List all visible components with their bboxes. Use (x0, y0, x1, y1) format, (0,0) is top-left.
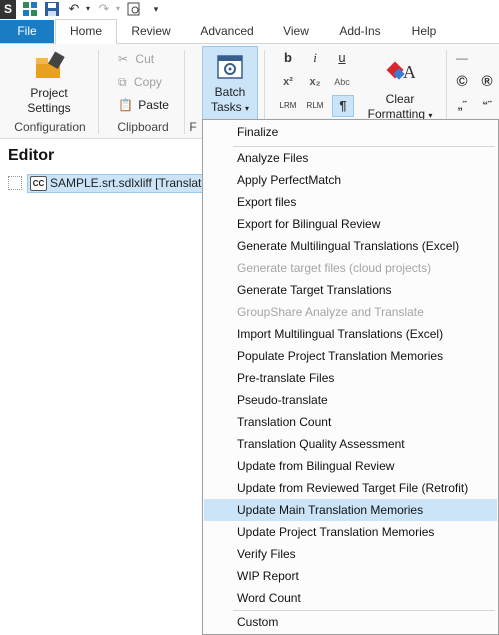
menu-item-export-for-bilingual-review[interactable]: Export for Bilingual Review (204, 213, 497, 235)
copy-button[interactable]: ⧉ Copy (118, 73, 162, 91)
italic-icon[interactable]: i (305, 48, 325, 68)
menu-item-apply-perfectmatch[interactable]: Apply PerfectMatch (204, 169, 497, 191)
redo-dropdown-icon[interactable]: ▾ (110, 1, 126, 17)
scissors-icon: ✂ (118, 52, 129, 66)
underline-icon[interactable]: u (332, 48, 352, 68)
menu-item-generate-target-files-cloud-projects: Generate target files (cloud projects) (237, 261, 432, 275)
group-label-file-actions: F (189, 120, 197, 134)
ribbon-tabs: File Home Review Advanced View Add-Ins H… (0, 19, 499, 45)
bold-icon[interactable]: b (278, 48, 298, 68)
tab-view[interactable]: View (278, 20, 314, 43)
save-icon[interactable] (44, 1, 60, 17)
group-separator (184, 50, 185, 134)
copy-icon: ⧉ (118, 75, 127, 89)
quote-low-icon[interactable]: „˝ (452, 96, 472, 116)
cut-label: Cut (135, 52, 155, 66)
tab-help[interactable]: Help (404, 20, 444, 43)
batch-tasks-menu: Finalize Analyze Files Apply PerfectMatch… (202, 119, 499, 635)
menu-item-analyze-files[interactable]: Analyze Files (204, 147, 497, 169)
menu-item-populate-project-translation-memories[interactable]: Populate Project Translation Memories (204, 345, 497, 367)
menu-item-verify-files[interactable]: Verify Files (204, 543, 497, 565)
menu-item-wip-report[interactable]: WIP Report (204, 565, 497, 587)
menu-item-update-from-reviewed-target-file-retrofit[interactable]: Update from Reviewed Target File (Retrof… (204, 477, 497, 499)
paste-button[interactable]: 📋 Paste (118, 96, 169, 114)
project-settings-label-1: Project (30, 86, 68, 100)
copyright-icon[interactable]: © (452, 72, 472, 92)
quote-high-icon[interactable]: “˝ (477, 96, 497, 116)
group-label-configuration: Configuration (14, 120, 86, 134)
project-settings-button[interactable]: Project Settings (18, 50, 80, 116)
menu-item-import-multilingual-translations-excel[interactable]: Import Multilingual Translations (Excel) (204, 323, 497, 345)
dropdown-arrow-icon: ▾ (245, 104, 250, 113)
menu-item-generate-multilingual-translations-excel[interactable]: Generate Multilingual Translations (Exce… (204, 235, 497, 257)
rlm-icon[interactable]: RLM (305, 96, 325, 116)
svg-text:A: A (403, 62, 415, 82)
menu-item-update-main-translation-memories[interactable]: Update Main Translation Memories (204, 499, 497, 521)
menu-item-pre-translate-files[interactable]: Pre-translate Files (204, 367, 497, 389)
tab-file[interactable]: File (0, 20, 54, 43)
undo-dropdown-icon[interactable]: ▾ (80, 1, 96, 17)
batch-tasks-icon (216, 53, 244, 81)
editor-title: Editor (8, 147, 55, 164)
menu-item-generate-target-translations[interactable]: Generate Target Translations (204, 279, 497, 301)
subscript-icon[interactable]: x₂ (305, 72, 325, 92)
menu-item-export-files[interactable]: Export files (204, 191, 497, 213)
menu-item-update-from-bilingual-review[interactable]: Update from Bilingual Review (204, 455, 497, 477)
file-tree-item[interactable]: CC SAMPLE.srt.sdlxliff [Translation (27, 174, 217, 193)
registered-icon[interactable]: ® (477, 72, 497, 92)
superscript-icon[interactable]: x² (278, 72, 298, 92)
batch-tasks-label-2: Tasks ▾ (210, 100, 250, 114)
cut-button[interactable]: ✂ Cut (118, 50, 154, 68)
tab-review[interactable]: Review (126, 20, 176, 43)
tab-add-ins[interactable]: Add-Ins (334, 20, 386, 43)
quick-access-toolbar: S ↶ ▾ ↷ ▾ ▾ (0, 0, 499, 20)
clear-formatting-label-1: Clear (385, 92, 415, 106)
clear-formatting-icon: A (385, 56, 416, 86)
lrm-icon[interactable]: LRM (278, 96, 298, 116)
paste-icon: 📋 (118, 98, 133, 112)
file-item-label: SAMPLE.srt.sdlxliff [Translation (50, 176, 218, 190)
tab-home[interactable]: Home (55, 19, 117, 45)
menu-item-translation-count[interactable]: Translation Count (204, 411, 497, 433)
group-separator (98, 50, 99, 134)
pilcrow-icon[interactable]: ¶ (332, 95, 354, 117)
batch-tasks-label-1: Batch (214, 85, 246, 99)
menu-item-translation-quality-assessment[interactable]: Translation Quality Assessment (204, 433, 497, 455)
file-icon: CC (30, 176, 47, 191)
menu-item-custom[interactable]: Custom (204, 611, 497, 633)
smallcaps-icon[interactable]: Abc (332, 72, 352, 92)
tab-advanced[interactable]: Advanced (196, 20, 258, 43)
menu-item-update-project-translation-memories[interactable]: Update Project Translation Memories (204, 521, 497, 543)
customize-toolbar-icon[interactable]: ▾ (148, 1, 164, 17)
tree-expander[interactable] (8, 176, 22, 190)
copy-label: Copy (133, 75, 162, 89)
menu-item-groupshare-analyze-and-translate: GroupShare Analyze and Translate (237, 305, 424, 319)
dash-icon[interactable]: — (452, 48, 472, 68)
paste-label: Paste (138, 98, 169, 112)
clear-formatting-button[interactable]: A Clear Formatting ▾ (360, 50, 440, 123)
group-label-clipboard: Clipboard (117, 120, 169, 134)
preview-icon[interactable] (126, 1, 142, 17)
project-settings-label-2: Settings (27, 101, 71, 115)
batch-tasks-button[interactable]: Batch Tasks ▾ (202, 46, 258, 120)
menu-item-word-count[interactable]: Word Count (204, 587, 497, 609)
menu-item-finalize[interactable]: Finalize (204, 121, 497, 143)
app-grid-icon[interactable] (22, 1, 38, 17)
app-logo-icon: S (0, 0, 16, 19)
project-settings-icon (33, 50, 65, 82)
menu-item-pseudo-translate[interactable]: Pseudo-translate (204, 389, 497, 411)
